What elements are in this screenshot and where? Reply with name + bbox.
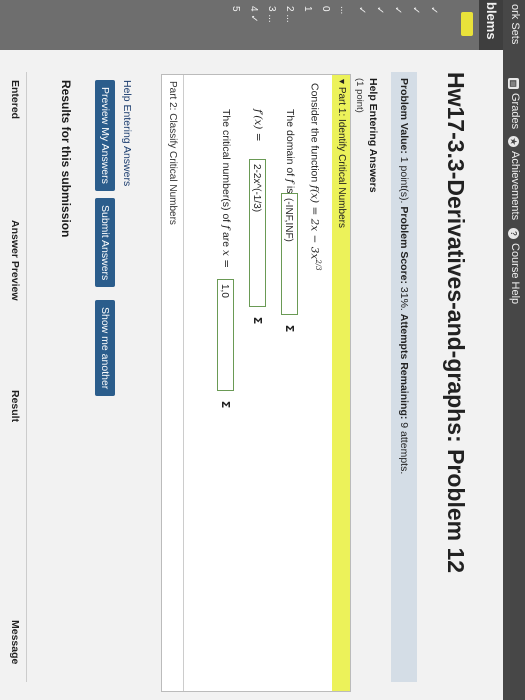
critical-prompt: The critical number(s) of f are x = <box>220 109 232 268</box>
critical-answer-input[interactable]: 1,0 <box>217 279 234 391</box>
results-table-divider <box>26 72 27 682</box>
derivative-answer-input[interactable]: 2-2x^(-1/3) <box>249 159 266 307</box>
domain-prompt: The domain of f is: <box>284 109 296 196</box>
function-exponent: 2/3 <box>314 259 322 271</box>
nav-achievements[interactable]: ★ Achievements <box>508 136 521 220</box>
sidebar-item[interactable]: ✓ <box>374 6 385 14</box>
attempts-label: Attempts Remaining: <box>398 313 410 420</box>
help-entering-answers-heading[interactable]: Help Entering Answers <box>367 78 379 193</box>
domain-f: f <box>284 179 296 183</box>
nav-course-help[interactable]: ? Course Help <box>508 228 521 304</box>
problem-value: 1 point(s). <box>398 156 410 204</box>
nav-achievements-label: Achievements <box>509 151 521 221</box>
critical-prefix: The critical number(s) of <box>220 109 232 223</box>
help-entering-answers-link[interactable]: Help Entering Answers <box>121 80 133 186</box>
col-result: Result <box>9 390 21 423</box>
domain-answer-input[interactable]: (-INF,INF) <box>281 193 298 315</box>
sidebar-item[interactable]: ✓ <box>410 6 421 14</box>
sidebar-item[interactable]: ✓ <box>392 6 403 14</box>
nav-course-help-label: Course Help <box>509 243 521 305</box>
critical-f: f <box>220 225 232 230</box>
help-icon: ? <box>508 228 519 239</box>
preview-answers-button[interactable]: Preview My Answers <box>95 80 115 191</box>
col-answer-preview: Answer Preview <box>9 220 21 301</box>
problem-points: (1 point) <box>354 78 365 113</box>
page-title: Hw17-3.3-Derivatives-and-graphs: Problem… <box>443 72 469 574</box>
function-expression: f(x) = 2x − 3x <box>308 185 321 260</box>
sidebar-item[interactable]: ✓ <box>356 6 367 14</box>
problem-value-label: Problem Value: <box>398 78 410 154</box>
nav-grades-label: Grades <box>509 93 521 130</box>
star-icon: ★ <box>508 136 519 147</box>
problem-part-box: ▾ Part 1: Identify Critical Numbers Cons… <box>161 74 351 692</box>
sidebar-item[interactable]: 0 <box>320 6 331 12</box>
attempts-remaining: 9 attempts. <box>398 422 410 475</box>
critical-x: x = <box>220 250 232 269</box>
sidebar-item[interactable]: ... <box>338 6 349 14</box>
critical-suffix: are <box>220 231 232 248</box>
main-content: Hw17-3.3-Derivatives-and-graphs: Problem… <box>0 50 503 700</box>
sidebar-item[interactable]: 2 ... <box>284 6 295 23</box>
results-heading: Results for this submission <box>59 80 73 238</box>
sidebar-item[interactable]: 3 ... <box>266 6 277 23</box>
derivative-label: f′(x) = <box>252 109 264 142</box>
submit-answers-button[interactable]: Submit Answers <box>95 198 115 288</box>
equation-editor-icon[interactable]: Σ <box>250 313 265 328</box>
show-me-another-button[interactable]: Show me another <box>95 300 115 397</box>
domain-prefix: The domain of <box>284 109 296 177</box>
consider-text: Consider the function <box>308 83 321 183</box>
problem-info-bar: Problem Value: 1 point(s). Problem Score… <box>391 72 417 682</box>
sidebar-item[interactable]: 5 <box>230 6 241 12</box>
top-nav: ork Sets ▥ Grades ★ Achievements ? Course H… <box>503 0 525 700</box>
grades-icon: ▥ <box>508 78 519 89</box>
part2-header[interactable]: Part 2: Classify Critical Numbers <box>162 75 184 691</box>
sidebar-heading: blems <box>479 0 503 50</box>
part1-header[interactable]: ▾ Part 1: Identify Critical Numbers <box>332 75 350 691</box>
sidebar-item[interactable]: ✓ <box>428 6 439 14</box>
derivative-prompt: f′(x) = <box>252 109 264 142</box>
col-message: Message <box>9 620 21 665</box>
screen: ork Sets ▥ Grades ★ Achievements ? Course H… <box>0 0 525 700</box>
col-entered: Entered <box>9 80 21 120</box>
nav-grades[interactable]: ▥ Grades <box>508 78 521 129</box>
part1-label: Part 1: Identify Critical Numbers <box>336 86 347 228</box>
problem-score-label: Problem Score: <box>398 206 410 284</box>
problem-sidebar: blems ✓ ✓ ✓ ✓ ✓ ... 0 1 2 ... 3 ... 4 ✓ … <box>0 0 503 50</box>
equation-editor-icon[interactable]: Σ <box>282 321 297 336</box>
problem-score: 31%. <box>398 286 410 311</box>
sidebar-item[interactable]: 4 ✓ <box>248 6 259 23</box>
sidebar-item[interactable]: 1 <box>302 6 313 12</box>
equation-editor-icon[interactable]: Σ <box>218 397 233 412</box>
current-problem-highlight <box>461 12 473 36</box>
function-statement: Consider the function f(x) = 2x − 3x2/3 <box>309 83 323 271</box>
caret-down-icon: ▾ <box>336 79 347 87</box>
nav-problem-sets[interactable]: ork Sets <box>509 4 521 44</box>
